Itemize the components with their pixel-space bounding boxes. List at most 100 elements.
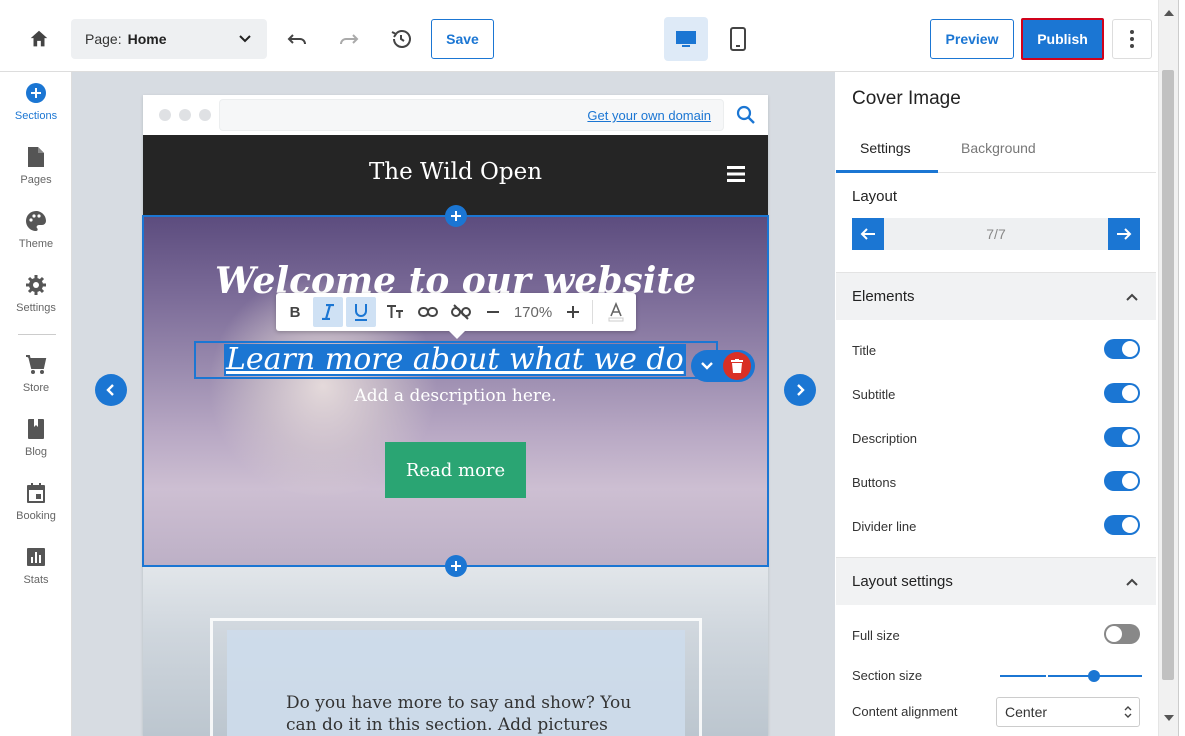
select-arrows-icon [1124,706,1132,718]
page-select-value: Home [127,31,167,47]
text-size-icon [387,305,403,318]
sidebar-item-stats[interactable]: Stats [0,546,72,586]
redo-button[interactable] [334,24,364,54]
next-layout-button[interactable] [784,374,816,406]
sidebar-item-theme[interactable]: Theme [0,210,72,250]
content-alignment-select[interactable]: Center [996,697,1140,727]
preview-button[interactable]: Preview [930,19,1014,59]
layout-prev-button[interactable] [852,218,884,250]
chevron-down-icon [239,35,251,43]
sidebar-divider [18,334,56,335]
cover-subtitle[interactable]: Learn more about what we do [224,344,686,376]
page-select[interactable]: Page: Home [71,19,267,59]
divider-line-toggle[interactable] [1104,515,1140,535]
element-label: Divider line [852,519,917,534]
text-color-icon [608,302,624,322]
sidebar-item-label: Theme [18,238,54,250]
text-size-button[interactable] [380,297,410,327]
save-button[interactable]: Save [431,19,494,59]
desktop-view-button[interactable] [664,17,708,61]
section-size-slider-handle[interactable] [1087,670,1100,682]
publish-button[interactable]: Publish [1021,18,1104,60]
underline-button[interactable] [346,297,376,327]
link-button[interactable] [413,297,443,327]
sidebar-item-settings[interactable]: Settings [0,274,72,314]
window-dot [159,109,171,121]
element-toggle-row: Title [836,336,1156,366]
section-settings-panel: Cover Image Settings Background Layout 7… [836,72,1156,736]
sidebar-item-label: Store [22,382,50,394]
zoom-level: 170% [513,303,553,321]
full-size-toggle[interactable] [1104,624,1140,644]
italic-button[interactable] [313,297,343,327]
scroll-up-arrow[interactable] [1164,10,1174,16]
top-toolbar: Page: Home Save Preview Publish [0,0,1185,72]
previous-layout-button[interactable] [95,374,127,406]
increase-zoom-button[interactable] [560,297,586,327]
palette-icon [25,210,47,232]
page-scrollbar[interactable] [1158,0,1178,736]
cover-description[interactable]: Add a description here. [143,386,768,406]
italic-icon [322,304,334,320]
plus-circle-icon [25,82,47,104]
undo-button[interactable] [282,24,312,54]
text-color-button[interactable] [602,297,630,327]
subtitle-toggle[interactable] [1104,383,1140,403]
home-button[interactable] [22,22,56,56]
section-delete-button[interactable] [723,352,751,380]
browser-search-button[interactable] [735,104,757,126]
sidebar-item-booking[interactable]: Booking [0,482,72,522]
cover-subtitle-frame[interactable]: Learn more about what we do [194,341,718,379]
add-section-above-button[interactable] [445,205,467,227]
underline-icon [355,304,367,321]
site-title[interactable]: The Wild Open [143,159,768,185]
buttons-toggle[interactable] [1104,471,1140,491]
content-section-text[interactable]: Do you have more to say and show? You ca… [286,692,636,736]
unlink-button[interactable] [446,297,476,327]
scroll-down-arrow[interactable] [1164,715,1174,721]
more-vertical-icon [1130,30,1134,48]
sidebar-item-blog[interactable]: Blog [0,418,72,458]
add-section-below-button[interactable] [445,555,467,577]
element-toggle-row: Subtitle [836,380,1156,410]
get-domain-link[interactable]: Get your own domain [587,108,711,123]
gear-icon [25,274,47,296]
section-size-slider[interactable] [1000,674,1142,678]
sidebar-item-sections[interactable]: Sections [0,82,72,122]
history-button[interactable] [386,24,416,54]
sidebar-item-store[interactable]: Store [0,354,72,394]
tab-settings[interactable]: Settings [860,140,911,156]
menu-button[interactable] [726,165,746,183]
layout-settings-group-header[interactable]: Layout settings [836,557,1156,605]
site-preview-frame: Get your own domain The Wild Open Welcom… [143,95,768,736]
chevron-left-icon [106,384,114,396]
sidebar-item-label: Settings [16,302,56,314]
chevron-down-icon [701,362,713,370]
more-options-button[interactable] [1112,19,1152,59]
section-collapse-button[interactable] [693,352,721,380]
sidebar-item-label: Stats [23,574,49,586]
chevron-right-icon [797,384,805,396]
title-toggle[interactable] [1104,339,1140,359]
cover-image-section[interactable]: Welcome to our website Learn more about … [143,216,768,566]
decrease-zoom-button[interactable] [480,297,506,327]
arrow-left-icon [860,228,875,240]
element-label: Title [852,343,877,358]
site-header: The Wild Open [143,135,768,215]
layout-next-button[interactable] [1108,218,1140,250]
scrollbar-thumb[interactable] [1162,70,1174,680]
read-more-button[interactable]: Read more [385,442,526,498]
chevron-up-icon [1126,578,1138,586]
bold-button[interactable]: B [280,297,310,327]
calendar-icon [25,482,47,504]
mobile-view-button[interactable] [718,17,758,61]
section-size-label: Section size [852,668,923,683]
sidebar-item-pages[interactable]: Pages [0,146,72,186]
elements-group-header[interactable]: Elements [836,272,1156,320]
page-icon [25,146,47,168]
description-toggle[interactable] [1104,427,1140,447]
element-toggle-row: Divider line [836,512,1156,542]
left-sidebar: Sections Pages Theme Settings Store Blog… [0,72,72,736]
book-icon [25,418,47,440]
tab-background[interactable]: Background [961,140,1036,156]
